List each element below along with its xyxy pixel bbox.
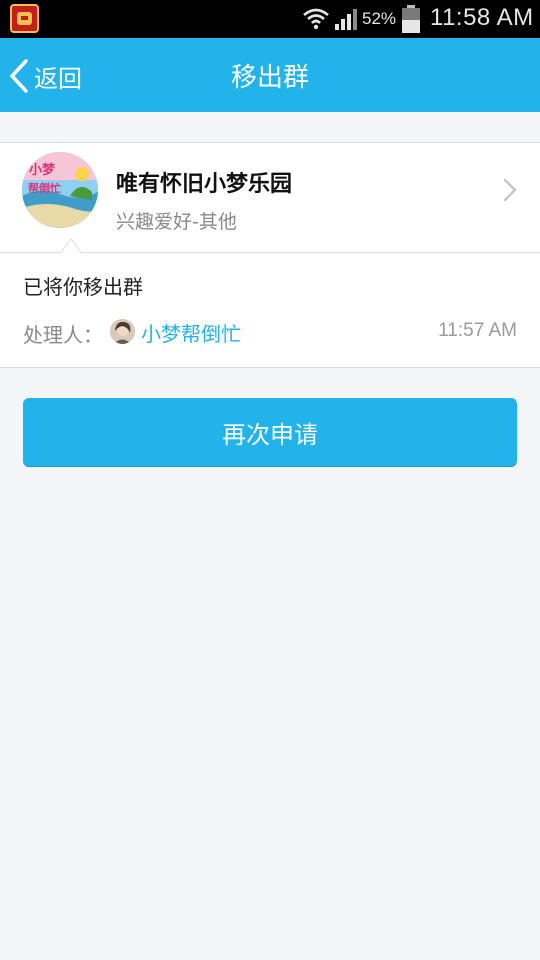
signal-icon — [335, 9, 357, 30]
group-name: 唯有怀旧小梦乐园 — [116, 172, 293, 197]
chevron-right-icon — [503, 178, 517, 202]
handler-name-link[interactable]: 小梦帮倒忙 — [141, 318, 241, 347]
wifi-icon — [303, 8, 329, 30]
handler-avatar-image — [110, 319, 135, 344]
title-bar: 返回 移出群 — [0, 38, 540, 112]
battery-percent: 52% — [362, 9, 397, 28]
page-title: 移出群 — [230, 63, 309, 93]
group-avatar-image: 小梦 帮倒忙 — [22, 152, 98, 228]
message-card: 已将你移出群 处理人： 小梦帮倒忙 11:57 AM — [0, 253, 540, 368]
group-avatar: 小梦 帮倒忙 — [22, 152, 98, 228]
group-avatar-text-1: 小梦 — [29, 162, 56, 178]
status-time: 11:58 AM — [430, 4, 534, 31]
message-text: 已将你移出群 — [23, 275, 143, 299]
reapply-button[interactable]: 再次申请 — [23, 398, 517, 466]
handler-label: 处理人： — [23, 323, 103, 347]
group-avatar-text-2: 帮倒忙 — [28, 181, 61, 195]
app-notification-icon — [10, 4, 39, 33]
battery-icon — [402, 5, 420, 33]
status-bar: 52% 11:58 AM — [0, 0, 540, 38]
card-pointer — [60, 238, 82, 254]
handler-avatar[interactable] — [110, 319, 135, 344]
handler-time: 11:57 AM — [438, 320, 517, 341]
group-category: 兴趣爱好-其他 — [116, 211, 237, 233]
